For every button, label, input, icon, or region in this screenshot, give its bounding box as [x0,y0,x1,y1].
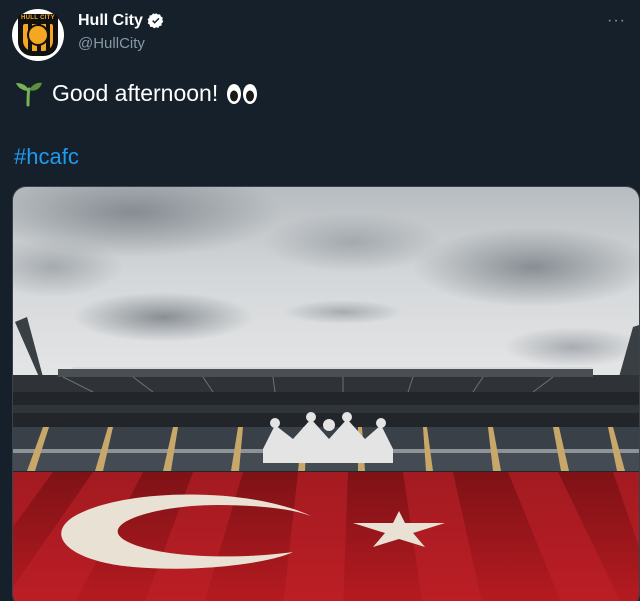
verified-badge-icon [147,13,164,29]
hashtag-link[interactable]: #hcafc [14,144,79,170]
handle[interactable]: @HullCity [78,35,165,52]
tweet: HULL CITY Hull City @HullCity ··· Good a… [0,0,640,601]
hull-city-crest-icon: HULL CITY [18,14,58,56]
display-name-row: Hull City [78,12,165,30]
tweet-text: Good afternoon! [14,80,258,107]
author-info: Hull City @HullCity [78,12,165,52]
display-name[interactable]: Hull City [78,12,143,30]
seedling-icon [16,82,42,106]
eyes-icon [227,83,258,104]
avatar[interactable]: HULL CITY [12,9,64,61]
stadium-photo [13,187,639,601]
crest-text: HULL CITY [21,15,55,21]
more-options-icon[interactable]: ··· [607,12,626,30]
tweet-text-content: Good afternoon! [52,80,219,106]
tweet-photo[interactable] [12,186,640,601]
